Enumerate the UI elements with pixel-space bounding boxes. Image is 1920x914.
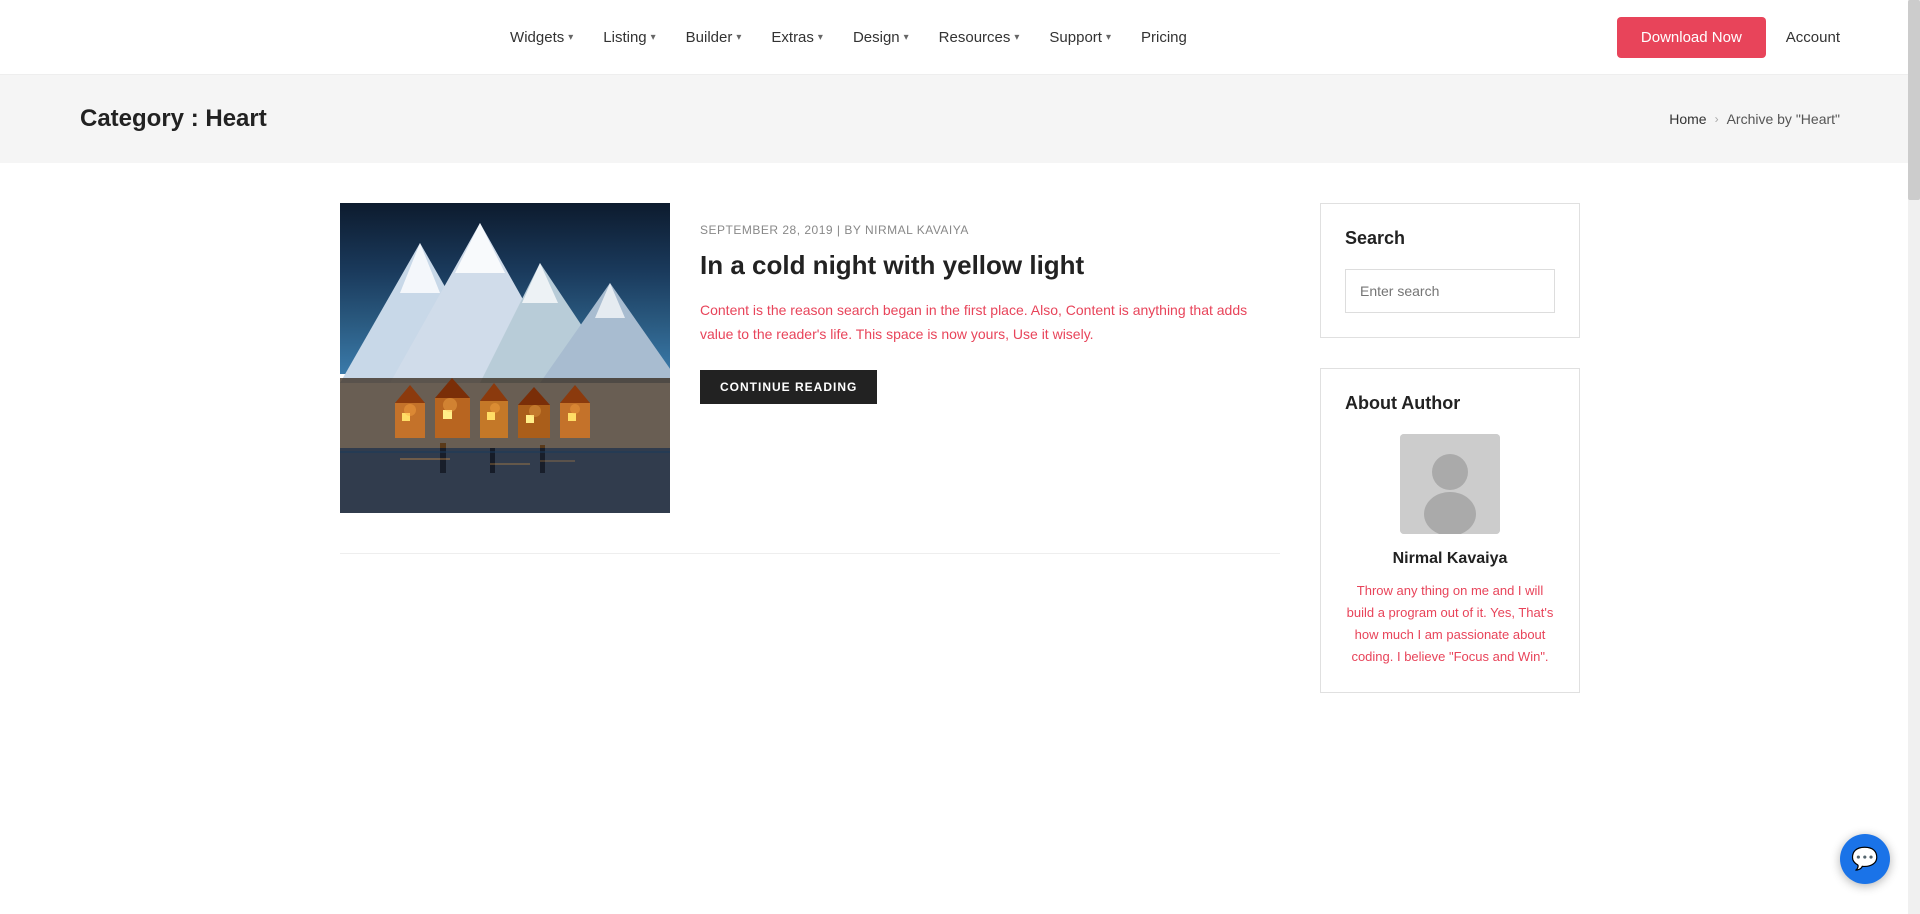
search-widget: Search ⌕ <box>1320 203 1580 338</box>
continue-reading-button[interactable]: CONTINUE READING <box>700 370 877 404</box>
chevron-down-icon: ▾ <box>1106 32 1111 43</box>
nav-builder[interactable]: Builder ▾ <box>686 29 742 46</box>
nav-extras-label: Extras <box>771 29 814 46</box>
nav-pricing-label: Pricing <box>1141 29 1187 46</box>
nav-resources[interactable]: Resources ▾ <box>939 29 1020 46</box>
nav-design-label: Design <box>853 29 900 46</box>
chevron-down-icon: ▾ <box>736 32 741 43</box>
post-meta: SEPTEMBER 28, 2019 | BY NIRMAL KAVAIYA <box>700 223 1250 237</box>
main-content: SEPTEMBER 28, 2019 | BY NIRMAL KAVAIYA I… <box>260 163 1660 763</box>
author-bio: Throw any thing on me and I will build a… <box>1345 580 1555 668</box>
scrollbar[interactable] <box>1908 0 1920 914</box>
breadcrumb-separator: › <box>1715 112 1719 126</box>
nav-widgets[interactable]: Widgets ▾ <box>510 29 573 46</box>
chevron-down-icon: ▾ <box>1014 32 1019 43</box>
nav-resources-label: Resources <box>939 29 1011 46</box>
breadcrumb-banner: Category : Heart Home › Archive by "Hear… <box>0 75 1920 163</box>
posts-area: SEPTEMBER 28, 2019 | BY NIRMAL KAVAIYA I… <box>340 203 1280 723</box>
breadcrumb-home[interactable]: Home <box>1669 111 1706 127</box>
nav-pricing[interactable]: Pricing <box>1141 29 1187 46</box>
author-name: Nirmal Kavaiya <box>1345 550 1555 568</box>
breadcrumb: Home › Archive by "Heart" <box>1669 111 1840 127</box>
main-nav: Widgets ▾ Listing ▾ Builder ▾ Extras ▾ D… <box>80 29 1617 46</box>
nav-design[interactable]: Design ▾ <box>853 29 909 46</box>
chat-icon: 💬 <box>1851 846 1878 872</box>
post-title: In a cold night with yellow light <box>700 249 1250 283</box>
search-widget-title: Search <box>1345 228 1555 249</box>
scrollbar-thumb[interactable] <box>1908 0 1920 200</box>
search-input[interactable] <box>1346 271 1555 311</box>
header-right: Download Now Account <box>1617 17 1840 58</box>
author-avatar <box>1400 434 1500 534</box>
avatar-svg <box>1400 434 1500 534</box>
mountain-svg <box>340 203 670 513</box>
category-title: Category : Heart <box>80 105 267 133</box>
account-link[interactable]: Account <box>1786 29 1840 46</box>
post-excerpt: Content is the reason search began in th… <box>700 299 1250 347</box>
nav-widgets-label: Widgets <box>510 29 564 46</box>
chevron-down-icon: ▾ <box>818 32 823 43</box>
nav-support-label: Support <box>1049 29 1102 46</box>
chevron-down-icon: ▾ <box>904 32 909 43</box>
post-scene <box>340 203 670 513</box>
nav-builder-label: Builder <box>686 29 733 46</box>
search-box: ⌕ <box>1345 269 1555 313</box>
chevron-down-icon: ▾ <box>651 32 656 43</box>
nav-listing-label: Listing <box>603 29 646 46</box>
about-author-widget: About Author Nirmal Kavaiya Throw any th… <box>1320 368 1580 693</box>
nav-support[interactable]: Support ▾ <box>1049 29 1111 46</box>
nav-listing[interactable]: Listing ▾ <box>603 29 655 46</box>
download-now-button[interactable]: Download Now <box>1617 17 1766 58</box>
header: Widgets ▾ Listing ▾ Builder ▾ Extras ▾ D… <box>0 0 1920 75</box>
post-content: SEPTEMBER 28, 2019 | BY NIRMAL KAVAIYA I… <box>670 203 1280 513</box>
post-image <box>340 203 670 513</box>
sidebar: Search ⌕ About Author Nirmal Kavaiya Thr… <box>1320 203 1580 723</box>
chat-button[interactable]: 💬 <box>1840 834 1890 884</box>
chevron-down-icon: ▾ <box>568 32 573 43</box>
breadcrumb-current: Archive by "Heart" <box>1727 111 1840 127</box>
post-card: SEPTEMBER 28, 2019 | BY NIRMAL KAVAIYA I… <box>340 203 1280 554</box>
about-author-title: About Author <box>1345 393 1555 414</box>
nav-extras[interactable]: Extras ▾ <box>771 29 823 46</box>
